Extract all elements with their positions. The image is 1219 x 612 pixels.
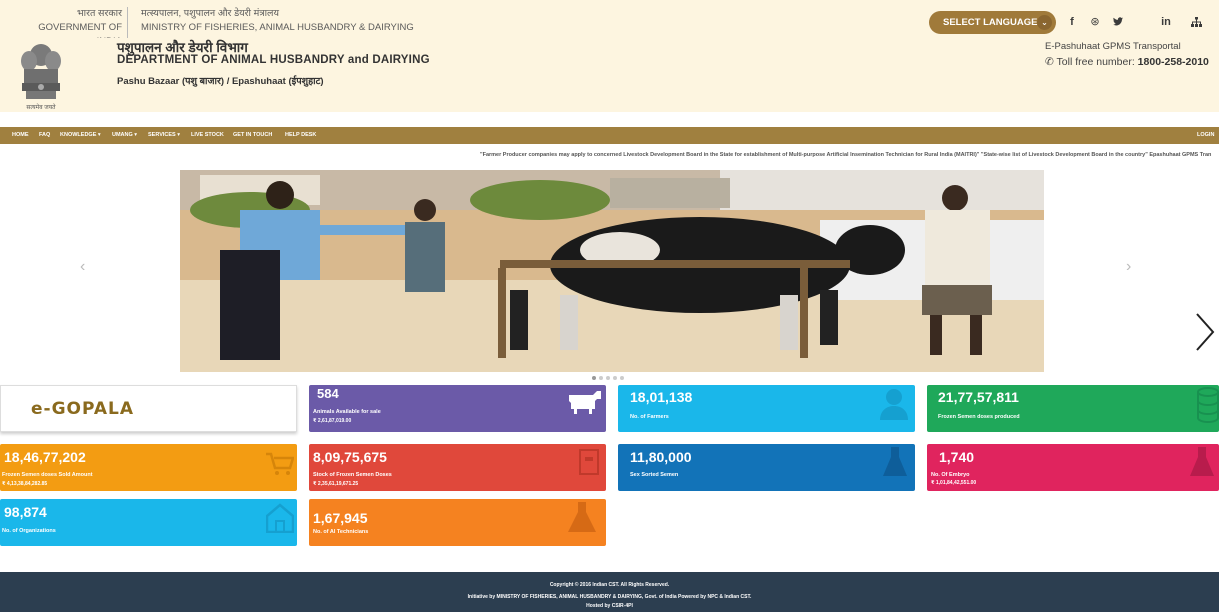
site-header: सत्यमेव जयते पशुपालन और डेयरी विभाग DEPA… [0,38,1219,112]
footer-copyright: Copyright © 2016 Indian CST. All Rights … [549,582,670,588]
portal-name: Pashu Bazaar (पशु बाजार) / Epashuhaat (ई… [117,76,324,87]
nav-home[interactable]: HOME [12,127,29,144]
stat-organizations[interactable]: 98,874 No. of Organizations [0,499,297,546]
ministry-english: MINISTRY OF FISHERIES, ANIMAL HUSBANDRY … [141,22,414,33]
nav-faq[interactable]: FAQ [39,127,50,144]
footer-hosted: Hosted by CSIR-4PI [586,603,633,609]
stat-value: 21,77,57,811 [938,389,1019,405]
stat-label: No. of Farmers [630,414,669,420]
stat-label: Stock of Frozen Semen Doses [313,472,392,478]
stat-value: 1,740 [939,449,975,465]
select-language-button[interactable]: SELECT LANGUAGE ⌄ [929,11,1056,34]
database-icon [1197,387,1219,428]
stat-value: 18,46,77,202 [4,449,86,465]
slider-dot[interactable] [620,376,624,380]
stat-label: Frozen Semen doses Sold Amount [2,472,93,478]
nav-services[interactable]: SERVICES ▾ [148,127,180,144]
home-icon [265,503,295,538]
stat-sub: ₹ 2,61,87,019.00 [313,418,352,424]
cow-icon [567,389,603,420]
stat-label: No. Of Embryo [931,472,970,478]
help-icon[interactable]: ⊛ [1084,11,1106,33]
gov-hindi: भारत सरकार [76,8,122,19]
linkedin-icon[interactable]: in [1155,11,1177,33]
stat-label: Frozen Semen doses produced [938,414,1020,420]
main-nav: HOME FAQ KNOWLEDGE ▾ UMANG ▾ SERVICES ▾ … [0,127,1219,144]
sitemap-icon[interactable] [1185,11,1207,33]
select-language-label: SELECT LANGUAGE [943,17,1038,28]
tollfree-label: Toll free number: [1056,56,1135,68]
top-strip: भारत सरकार GOVERNMENT OF INDIA मत्स्यपाल… [0,0,1219,49]
stat-embryo[interactable]: 1,740 No. Of Embryo ₹ 1,01,84,42,551.00 [927,444,1219,491]
stat-label: Sex Sorted Semen [630,472,679,478]
emblem-caption: सत्यमेव जयते [26,105,56,111]
nav-live-stock[interactable]: LIVE STOCK [191,127,224,144]
stat-sub: ₹ 1,01,84,42,551.00 [931,480,977,486]
tollfree-number: 1800-258-2010 [1137,56,1209,68]
nav-knowledge[interactable]: KNOWLEDGE ▾ [60,127,101,144]
tollfree-info: ✆ Toll free number: 1800-258-2010 [1045,56,1209,68]
slider-dot[interactable] [606,376,610,380]
hero-slide-image [180,170,1044,372]
nav-umang[interactable]: UMANG ▾ [112,127,137,144]
chevron-right-icon[interactable] [1193,312,1215,352]
facebook-icon[interactable]: f [1061,11,1083,33]
stat-farmers[interactable]: 18,01,138 No. of Farmers [618,385,915,432]
nav-get-in-touch[interactable]: GET IN TOUCH [233,127,272,144]
twitter-icon[interactable] [1107,11,1129,33]
site-footer: Copyright © 2016 Indian CST. All Rights … [0,572,1219,612]
nav-login[interactable]: LOGIN [1197,127,1214,144]
gpms-link[interactable]: E-Pashuhaat GPMS Transportal [1045,41,1181,52]
stat-sub: ₹ 2,35,61,19,671.25 [313,481,359,487]
flask-icon [882,446,908,483]
stat-label: No. of AI Technicians [313,529,369,535]
flask-icon [1189,446,1215,483]
slider-next-arrow[interactable]: › [1126,258,1131,276]
stat-semen-produced[interactable]: 21,77,57,811 Frozen Semen doses produced [927,385,1219,432]
e-gopala-logo: e-GOPALA [31,399,135,419]
stat-label: No. of Organizations [2,528,56,534]
stat-semen-sold[interactable]: 18,46,77,202 Frozen Semen doses Sold Amo… [0,444,297,491]
footer-initiative: Initiative by MINISTRY OF FISHERIES, ANI… [467,594,752,600]
ministry-label: मत्स्यपालन, पशुपालन और डेयरी मंत्रालय MI… [141,7,414,35]
stat-label: Animals Available for sale [313,409,381,415]
stat-value: 584 [317,386,339,401]
stat-value: 11,80,000 [630,449,692,465]
flask-icon [567,501,597,538]
stat-value: 8,09,75,675 [313,449,387,465]
slider-dot[interactable] [592,376,596,380]
ministry-hindi: मत्स्यपालन, पशुपालन और डेयरी मंत्रालय [141,8,279,19]
news-ticker[interactable]: "Farmer Producer companies may apply to … [480,152,1219,162]
stat-value: 1,67,945 [313,510,368,526]
nav-help-desk[interactable]: HELP DESK [285,127,316,144]
slider-dots [592,376,632,382]
stat-sex-sorted-semen[interactable]: 11,80,000 Sex Sorted Semen [618,444,915,491]
stat-sub: ₹ 4,13,38,84,282.85 [2,481,48,487]
chevron-down-icon: ⌄ [1037,15,1052,30]
stat-semen-stock[interactable]: 8,09,75,675 Stock of Frozen Semen Doses … [309,444,606,491]
department-english: DEPARTMENT OF ANIMAL HUSBANDRY and DAIRY… [117,54,430,66]
e-gopala-banner[interactable]: e-GOPALA [0,385,297,432]
stat-value: 98,874 [4,504,47,520]
person-icon [880,388,908,425]
slider-prev-arrow[interactable]: ‹ [80,258,85,276]
stat-animals-available[interactable]: 584 Animals Available for sale ₹ 2,61,87… [309,385,606,432]
slider-dot[interactable] [613,376,617,380]
slider-dot[interactable] [599,376,603,380]
stat-ai-technicians[interactable]: 1,67,945 No. of AI Technicians [309,499,606,546]
stat-value: 18,01,138 [630,389,693,405]
cart-icon [266,452,295,481]
phone-icon: ✆ [1045,56,1054,68]
box-icon [579,449,599,480]
national-emblem-logo: सत्यमेव जयते [16,41,66,111]
